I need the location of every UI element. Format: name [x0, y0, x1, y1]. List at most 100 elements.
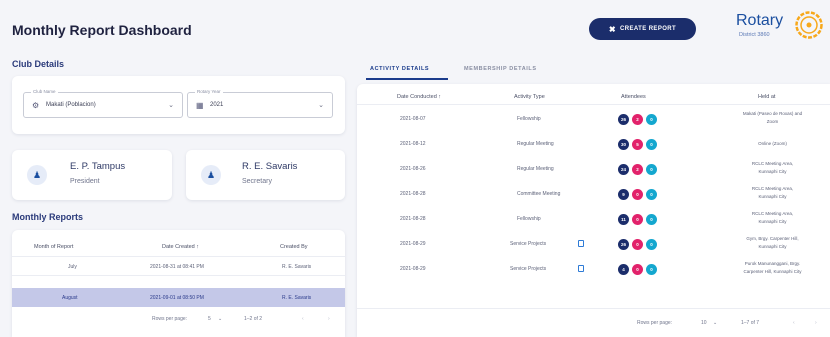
col-attendees[interactable]: Attendees	[621, 94, 646, 100]
activity-type: Service Projects	[510, 241, 547, 247]
person-icon: ♟	[27, 165, 47, 185]
rows-per-page-label: Rows per page:	[152, 316, 188, 322]
visitors-count-badge: 0	[646, 139, 657, 150]
monthly-reports-heading: Monthly Reports	[12, 212, 83, 222]
reports-pagination: Rows per page: 5 ⌄ 1–2 of 2 ‹ ›	[12, 316, 345, 328]
activity-place: Makati (Paseo de Roxas) and	[742, 111, 803, 116]
activity-type: Fellowship	[517, 116, 541, 122]
rotary-wheel-icon	[795, 11, 823, 39]
rows-per-page-select[interactable]: 10	[701, 320, 707, 326]
chevron-right-icon[interactable]: ›	[815, 320, 817, 326]
people-icon: ♟	[201, 165, 221, 185]
president-card: ♟ E. P. Tampus President	[12, 150, 172, 200]
chevron-right-icon[interactable]: ›	[328, 316, 330, 322]
col-date-conducted[interactable]: Date Conducted ↑	[397, 94, 441, 100]
divider	[357, 308, 830, 309]
visitors-count-badge: 0	[646, 114, 657, 125]
activity-place: Kunnaphi City	[758, 194, 787, 199]
table-row-selected[interactable]: August 2021-09-01 at 08:50 PM R. E. Sava…	[12, 288, 345, 307]
report-month: July	[68, 264, 77, 270]
activity-place: RCLC Meeting Area,	[751, 211, 794, 216]
chevron-left-icon[interactable]: ‹	[302, 316, 304, 322]
members-count-badge: 9	[618, 189, 629, 200]
monthly-reports-table: Month of Report Date Created ↑ Created B…	[12, 230, 345, 337]
table-row[interactable]: 2021-08-07 Fellowship 26 2 0 Makati (Paseo de…	[357, 107, 830, 132]
table-row[interactable]: 2021-08-12 Regular Meeting 30 5 0 Online (Zoo…	[357, 132, 830, 157]
col-created-by[interactable]: Created By	[280, 244, 308, 250]
chevron-down-icon: ⌄	[168, 102, 174, 109]
col-activity-type[interactable]: Activity Type	[514, 94, 545, 100]
report-month: August	[62, 295, 78, 301]
divider	[357, 104, 830, 105]
guests-count-badge: 0	[632, 239, 643, 250]
guests-count-badge: 0	[632, 214, 643, 225]
activity-date: 2021-08-28	[400, 216, 426, 222]
logo-district: District 3860	[739, 32, 770, 38]
activity-date: 2021-08-28	[400, 191, 426, 197]
guests-count-badge: 2	[632, 164, 643, 175]
page-range: 1–7 of 7	[741, 320, 760, 326]
table-row[interactable]: 2021-08-29 Service Projects 26 0 0 Gym, Brgy.…	[357, 232, 830, 257]
activity-place: Zoom	[766, 119, 779, 124]
table-row[interactable]: 2021-08-26 Regular Meeting 24 2 0 RCLC Meetin…	[357, 157, 830, 182]
activity-place: Purok Manunanggani, Brgy.	[744, 261, 801, 266]
active-tab-indicator	[366, 78, 448, 80]
activity-place: RCLC Meeting Area,	[751, 186, 794, 191]
visitors-count-badge: 0	[646, 164, 657, 175]
activity-date: 2021-08-29	[400, 266, 426, 272]
guests-count-badge: 0	[632, 264, 643, 275]
tab-activity-details[interactable]: ACTIVITY DETAILS	[370, 66, 429, 72]
secretary-name: R. E. Savaris	[242, 161, 298, 172]
col-held-at[interactable]: Held at	[758, 94, 775, 100]
logo-word: Rotary	[736, 12, 784, 29]
guests-count-badge: 2	[632, 114, 643, 125]
table-row[interactable]: 2021-08-28 Committee Meeting 9 0 0 RCLC Meeti…	[357, 182, 830, 207]
year-select-legend: Rotary Year	[195, 89, 223, 94]
activity-type: Fellowship	[517, 216, 541, 222]
visitors-count-badge: 0	[646, 189, 657, 200]
members-count-badge: 26	[618, 114, 629, 125]
club-select[interactable]: Club Name ⚙ Makati (Poblacion) ⌄	[23, 89, 183, 118]
document-icon[interactable]	[578, 240, 584, 247]
activity-date: 2021-08-26	[400, 166, 426, 172]
activity-type: Committee Meeting	[517, 191, 561, 197]
divider	[12, 275, 345, 276]
rows-per-page-select[interactable]: 5	[208, 316, 211, 322]
col-month[interactable]: Month of Report	[34, 244, 73, 250]
report-created-by: R. E. Savaris	[282, 264, 312, 270]
col-date-created[interactable]: Date Created ↑	[162, 244, 199, 250]
table-row[interactable]: 2021-08-28 Fellowship 11 0 0 RCLC Meeting Are…	[357, 207, 830, 232]
activity-place: Carpenter Hill, Kunnaphi City	[743, 269, 802, 274]
create-report-button[interactable]: ✖ CREATE REPORT	[589, 18, 696, 40]
table-row[interactable]: July 2021-08-31 at 08:41 PM R. E. Savari…	[12, 257, 345, 275]
members-count-badge: 4	[618, 264, 629, 275]
activity-date: 2021-08-29	[400, 241, 426, 247]
activity-date: 2021-08-12	[400, 141, 426, 147]
members-count-badge: 26	[618, 239, 629, 250]
visitors-count-badge: 0	[646, 264, 657, 275]
table-row[interactable]: 2021-08-29 Service Projects 4 0 0 Purok Manun…	[357, 257, 830, 282]
calendar-icon: ▦	[196, 101, 204, 110]
tab-membership-details[interactable]: MEMBERSHIP DETAILS	[464, 66, 537, 72]
create-report-label: CREATE REPORT	[620, 26, 677, 32]
report-date: 2021-08-31 at 08:41 PM	[150, 264, 204, 270]
president-role: President	[70, 178, 100, 185]
page-title: Monthly Report Dashboard	[12, 22, 192, 38]
activity-type: Regular Meeting	[517, 166, 554, 172]
secretary-role: Secretary	[242, 178, 272, 185]
club-select-legend: Club Name	[31, 89, 58, 94]
chevron-left-icon[interactable]: ‹	[793, 320, 795, 326]
document-icon[interactable]	[578, 265, 584, 272]
report-created-by: R. E. Savaris	[282, 295, 312, 301]
activity-place: Online (Zoom)	[758, 141, 787, 146]
chevron-down-icon: ⌄	[713, 320, 718, 326]
club-filter-card: Club Name ⚙ Makati (Poblacion) ⌄ Rotary …	[12, 76, 345, 134]
club-details-heading: Club Details	[12, 59, 65, 69]
year-select[interactable]: Rotary Year ▦ 2021 ⌄	[187, 89, 333, 118]
activities-table: Date Conducted ↑ Activity Type Attendees…	[357, 84, 830, 337]
report-date: 2021-09-01 at 08:50 PM	[150, 295, 204, 301]
guests-count-badge: 5	[632, 139, 643, 150]
reports-table-header: Month of Report Date Created ↑ Created B…	[12, 236, 345, 258]
members-count-badge: 30	[618, 139, 629, 150]
visitors-count-badge: 0	[646, 214, 657, 225]
